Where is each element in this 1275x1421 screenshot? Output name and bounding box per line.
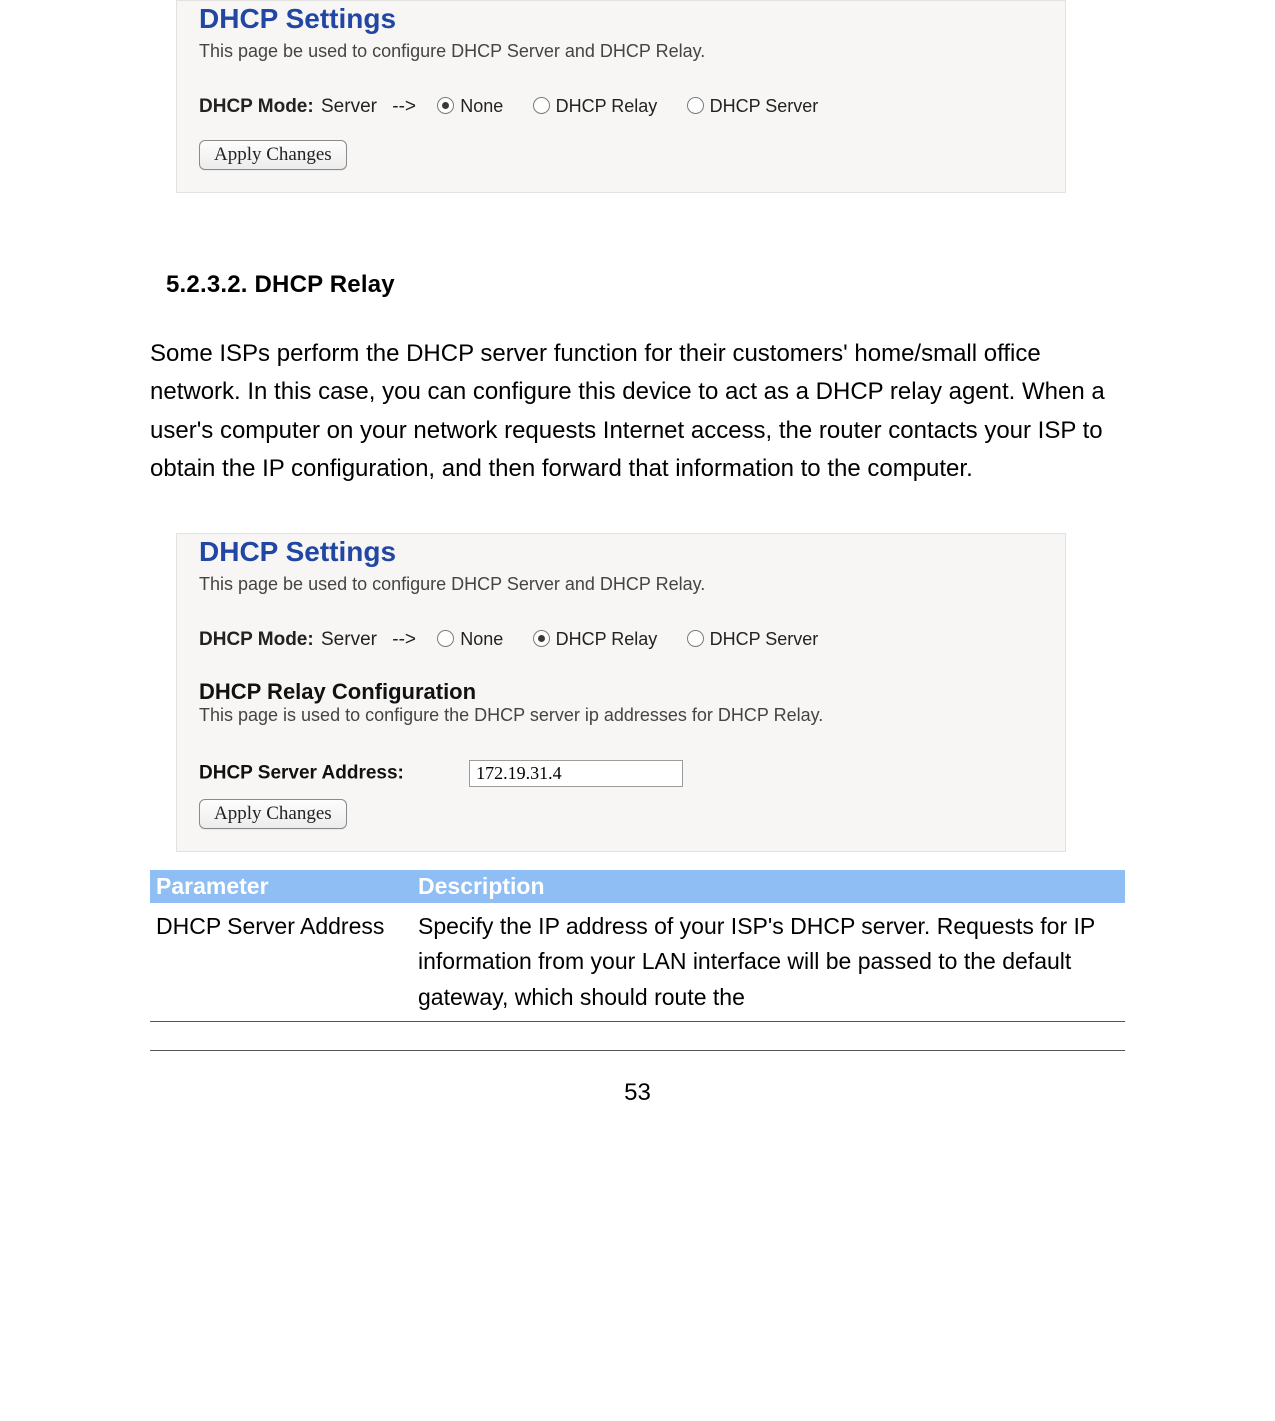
radio-icon [687, 97, 704, 114]
dhcp-mode-label: DHCP Mode: [199, 629, 314, 650]
radio-label: DHCP Server [710, 629, 819, 649]
dhcp-mode-value: Server [321, 629, 377, 650]
radio-label: None [460, 629, 503, 649]
dhcp-server-address-row: DHCP Server Address: 172.19.31.4 [199, 760, 1043, 799]
radio-label: None [460, 96, 503, 116]
relay-config-heading: DHCP Relay Configuration [199, 679, 1043, 705]
dhcp-settings-panel-none: DHCP Settings This page be used to confi… [176, 0, 1066, 193]
radio-icon [437, 630, 454, 647]
table-header-parameter: Parameter [150, 870, 412, 903]
radio-option-dhcp-relay[interactable]: DHCP Relay [533, 96, 658, 117]
radio-icon [687, 630, 704, 647]
radio-option-none[interactable]: None [437, 96, 503, 117]
table-header-row: Parameter Description [150, 870, 1125, 903]
section-heading: 5.2.3.2. DHCP Relay [150, 193, 1125, 335]
radio-label: DHCP Server [710, 96, 819, 116]
panel-description: This page be used to configure DHCP Serv… [199, 41, 1043, 96]
dhcp-mode-row: DHCP Mode: Server --> None DHCP Relay DH… [199, 629, 1043, 673]
panel-title: DHCP Settings [199, 534, 1043, 574]
table-row: DHCP Server Address Specify the IP addre… [150, 903, 1125, 1022]
radio-icon [533, 630, 550, 647]
arrow-text: --> [392, 629, 416, 650]
dhcp-settings-panel-relay: DHCP Settings This page be used to confi… [176, 533, 1066, 852]
table-cell-parameter: DHCP Server Address [150, 903, 412, 1022]
radio-icon [437, 97, 454, 114]
radio-option-none[interactable]: None [437, 629, 503, 650]
apply-changes-button[interactable]: Apply Changes [199, 799, 347, 829]
table-header-description: Description [412, 870, 1125, 903]
dhcp-mode-label: DHCP Mode: [199, 96, 314, 117]
radio-option-dhcp-relay[interactable]: DHCP Relay [533, 629, 658, 650]
relay-config-description: This page is used to configure the DHCP … [199, 705, 1043, 760]
radio-label: DHCP Relay [556, 96, 658, 116]
page-number: 53 [150, 1069, 1125, 1107]
footer-rule [150, 1050, 1125, 1051]
apply-changes-button[interactable]: Apply Changes [199, 140, 347, 170]
panel-title: DHCP Settings [199, 1, 1043, 41]
dhcp-server-address-label: DHCP Server Address: [199, 762, 404, 783]
panel-description: This page be used to configure DHCP Serv… [199, 574, 1043, 629]
radio-option-dhcp-server[interactable]: DHCP Server [687, 629, 819, 650]
dhcp-mode-value: Server [321, 96, 377, 117]
parameter-table: Parameter Description DHCP Server Addres… [150, 870, 1125, 1023]
section-body: Some ISPs perform the DHCP server functi… [150, 335, 1125, 533]
table-cell-description: Specify the IP address of your ISP's DHC… [412, 903, 1125, 1022]
dhcp-server-address-input[interactable]: 172.19.31.4 [469, 760, 683, 787]
radio-label: DHCP Relay [556, 629, 658, 649]
dhcp-mode-row: DHCP Mode: Server --> None DHCP Relay DH… [199, 96, 1043, 140]
radio-option-dhcp-server[interactable]: DHCP Server [687, 96, 819, 117]
radio-icon [533, 97, 550, 114]
arrow-text: --> [392, 96, 416, 117]
